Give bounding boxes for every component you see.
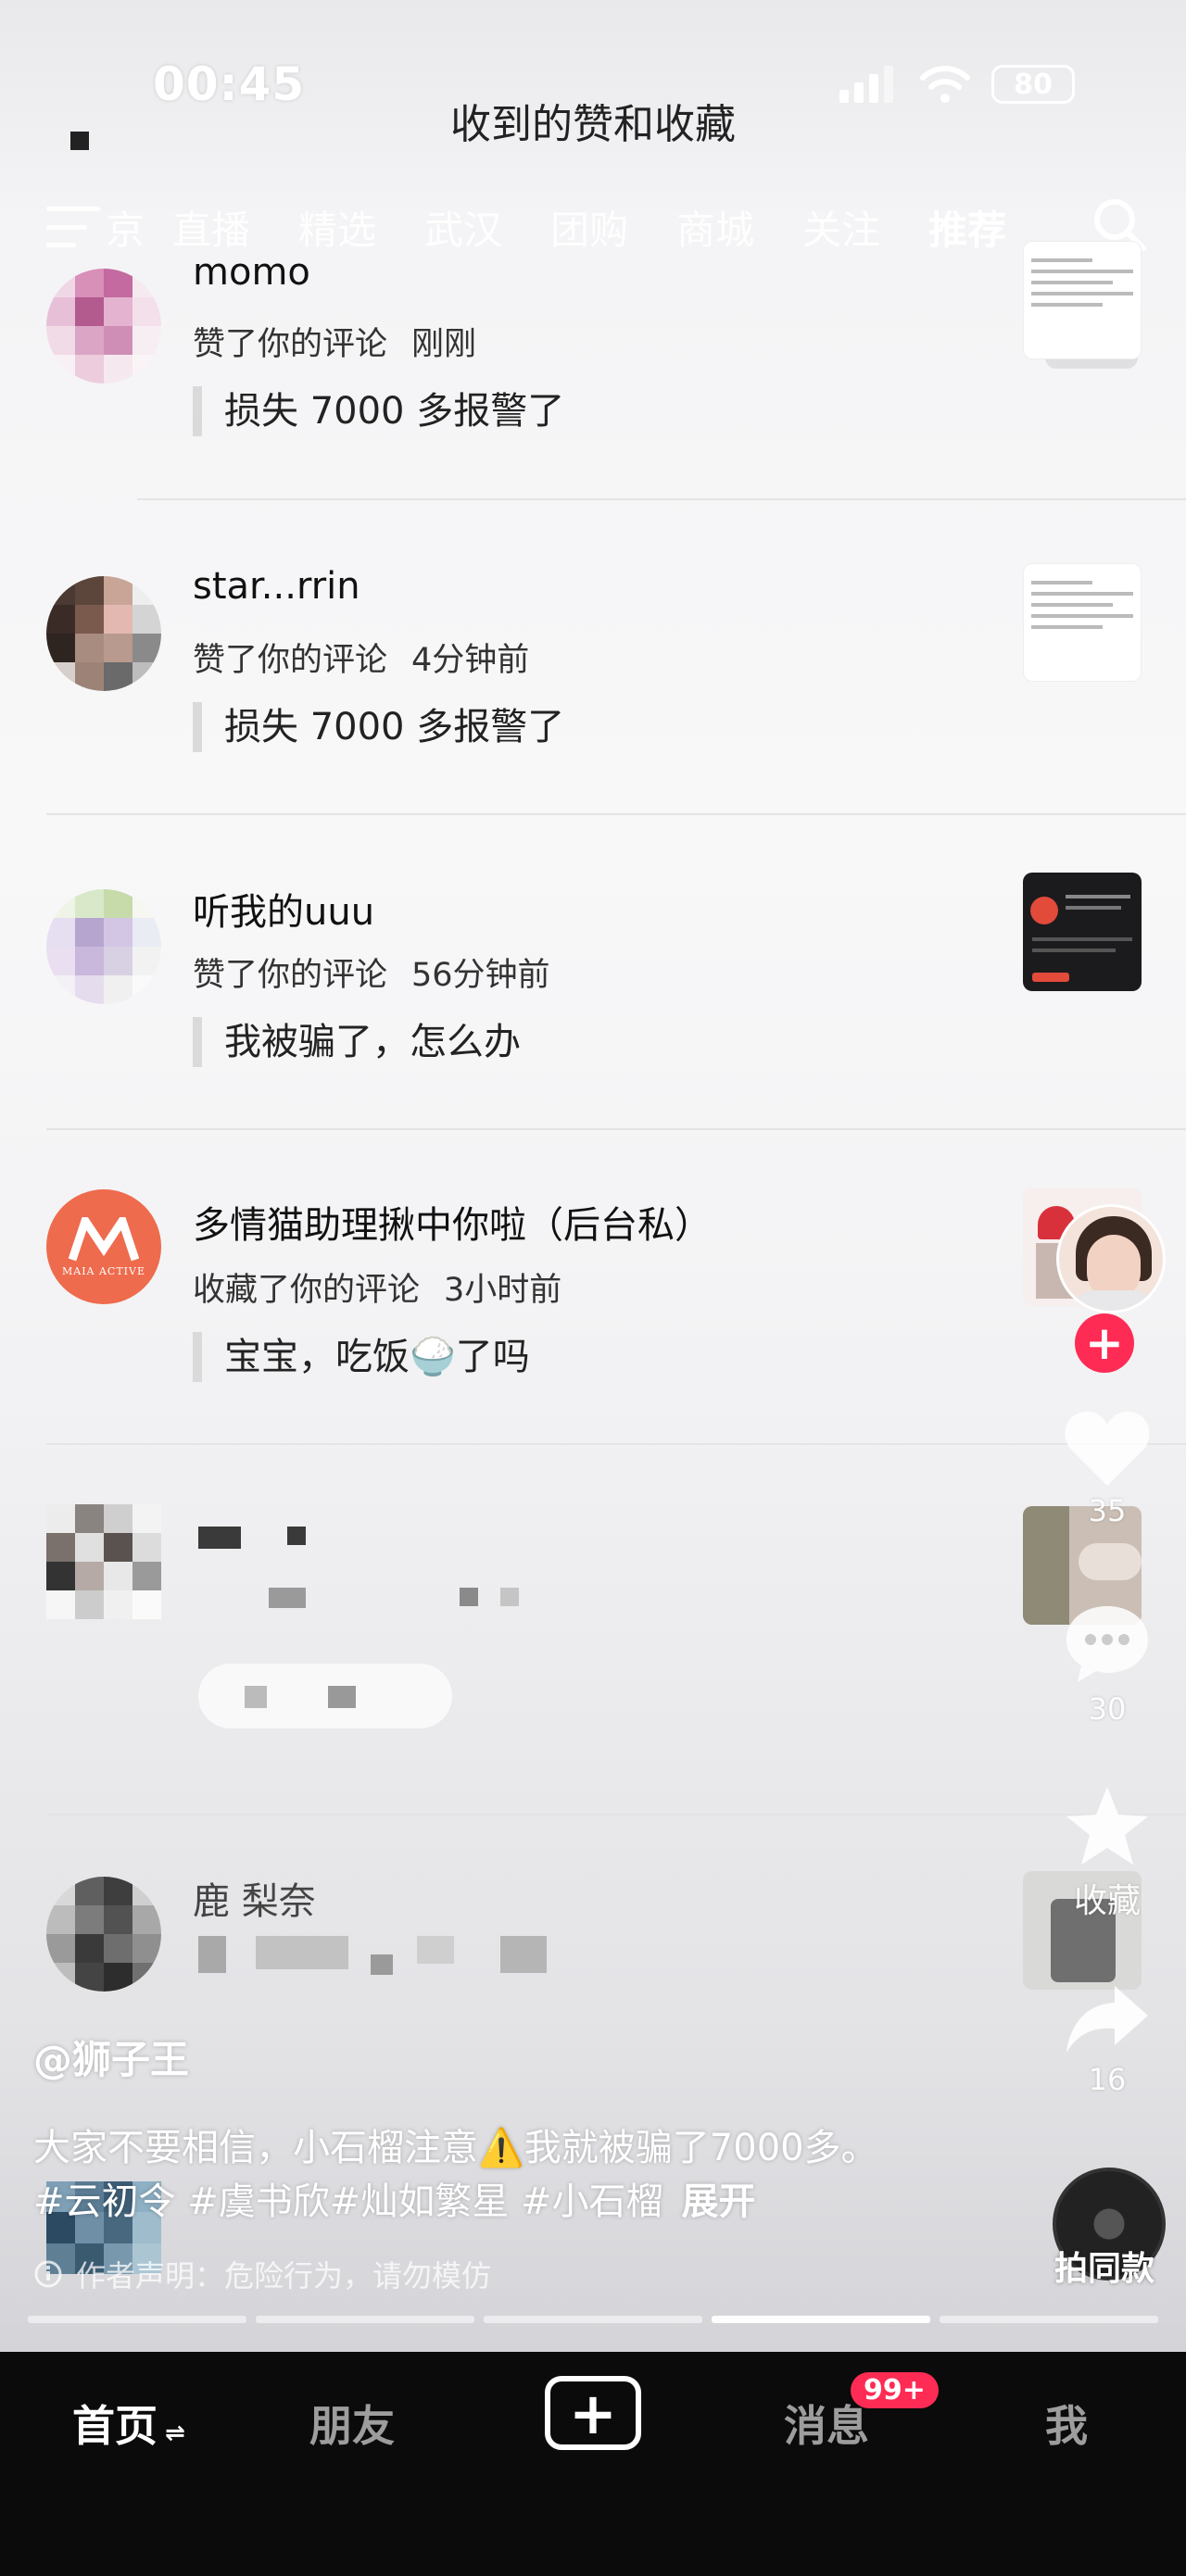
user-name[interactable]: 鹿 梨奈 bbox=[193, 1871, 316, 1925]
follow-button[interactable]: + bbox=[1075, 1313, 1134, 1373]
progress-segment bbox=[256, 2316, 474, 2323]
user-name[interactable]: momo bbox=[193, 251, 310, 294]
censored-text-block bbox=[269, 1588, 306, 1608]
list-item[interactable]: 鹿 梨奈 bbox=[0, 1843, 1186, 2158]
favorite-label: 收藏 bbox=[1073, 1882, 1141, 1920]
star-icon bbox=[1066, 1787, 1148, 1865]
share-arrow-icon bbox=[1066, 1986, 1148, 2053]
timestamp: 刚刚 bbox=[411, 326, 477, 363]
bottom-nav: 首页 ⇌ 朋友 + 消息 99+ 我 bbox=[0, 2352, 1186, 2576]
create-button[interactable]: + bbox=[545, 2376, 641, 2450]
nav-friends[interactable]: 朋友 bbox=[309, 2393, 395, 2454]
comment-count: 30 bbox=[1088, 1691, 1127, 1727]
user-name[interactable]: 听我的uuu bbox=[193, 882, 374, 936]
author-disclaimer: 作者声明：危险行为，请勿模仿 bbox=[33, 2253, 491, 2295]
page-title: 收到的赞和收藏 bbox=[450, 101, 736, 148]
avatar[interactable]: MAIA ACTIVE bbox=[46, 1189, 161, 1304]
brand-logo-text: MAIA ACTIVE bbox=[61, 1264, 145, 1277]
progress-segment bbox=[28, 2316, 246, 2323]
comment-icon bbox=[1066, 1606, 1148, 1682]
creator-avatar[interactable] bbox=[1056, 1204, 1166, 1313]
expand-link[interactable]: 展开 bbox=[682, 2180, 756, 2223]
progress-segment bbox=[940, 2316, 1158, 2323]
message-badge: 99+ bbox=[851, 2372, 939, 2408]
post-thumbnail[interactable] bbox=[1023, 873, 1142, 991]
censored-text-block bbox=[198, 1936, 226, 1973]
timestamp: 4分钟前 bbox=[411, 642, 530, 679]
thumb-logo bbox=[1030, 897, 1058, 924]
action-line: 收藏了你的评论 3小时前 bbox=[193, 1263, 561, 1311]
censored-text-block bbox=[460, 1588, 478, 1606]
list-item[interactable]: star...rrin 赞了你的评论 4分钟前 损失 7000 多报警了 bbox=[0, 524, 1186, 839]
comment-quote[interactable]: 损失 7000 多报警了 bbox=[193, 386, 564, 436]
user-name[interactable]: 多情猫助理揪中你啦（后台私） bbox=[193, 1195, 712, 1249]
censored-text-block bbox=[256, 1936, 348, 1969]
action-text: 赞了你的评论 bbox=[193, 326, 388, 363]
action-text: 赞了你的评论 bbox=[193, 642, 388, 679]
avatar[interactable] bbox=[46, 576, 161, 691]
avatar[interactable] bbox=[46, 1877, 161, 1992]
nav-me[interactable]: 我 bbox=[1045, 2393, 1088, 2454]
divider bbox=[46, 1443, 1186, 1445]
progress-segment bbox=[484, 2316, 702, 2323]
divider bbox=[46, 1128, 1186, 1130]
comment-quote[interactable]: 我被骗了，怎么办 bbox=[193, 1017, 521, 1067]
image-progress bbox=[28, 2316, 1158, 2323]
action-text: 收藏了你的评论 bbox=[193, 1272, 421, 1309]
censored-text-block bbox=[417, 1936, 454, 1964]
avatar[interactable] bbox=[46, 269, 161, 383]
comment-quote[interactable]: 损失 7000 多报警了 bbox=[193, 702, 564, 752]
censored-name-block bbox=[198, 1527, 241, 1549]
brand-logo-icon bbox=[69, 1216, 139, 1261]
censored-name-block bbox=[287, 1527, 306, 1545]
user-name[interactable]: star...rrin bbox=[193, 565, 360, 608]
timestamp: 3小时前 bbox=[444, 1272, 562, 1309]
favorite-button[interactable]: 收藏 bbox=[1056, 1783, 1158, 1922]
comment-button[interactable]: 30 bbox=[1056, 1602, 1158, 1727]
comment-quote[interactable]: 宝宝，吃饭🍚了吗 bbox=[193, 1332, 530, 1382]
nav-home-label: 首页 bbox=[72, 2401, 158, 2451]
action-line: 赞了你的评论 刚刚 bbox=[193, 318, 476, 365]
post-thumbnail[interactable] bbox=[1023, 241, 1142, 359]
censored-text-block bbox=[500, 1588, 519, 1606]
avatar[interactable] bbox=[46, 889, 161, 1004]
refresh-icon: ⇌ bbox=[165, 2419, 185, 2447]
list-item[interactable]: momo 赞了你的评论 刚刚 损失 7000 多报警了 bbox=[0, 208, 1186, 523]
share-button[interactable]: 16 bbox=[1056, 1982, 1158, 2097]
shoot-same-label[interactable]: 拍同款 bbox=[1054, 2242, 1154, 2290]
censored-text-block bbox=[500, 1936, 547, 1973]
list-item[interactable] bbox=[0, 1469, 1186, 1816]
censored-quote-pill bbox=[198, 1664, 452, 1728]
author-handle[interactable]: @狮子王 bbox=[33, 2029, 189, 2085]
like-count: 35 bbox=[1088, 1493, 1127, 1528]
timestamp: 56分钟前 bbox=[411, 957, 550, 994]
progress-segment bbox=[712, 2316, 930, 2323]
censored-text-block bbox=[371, 1954, 393, 1975]
list-item[interactable]: 听我的uuu 赞了你的评论 56分钟前 我被骗了，怎么办 bbox=[0, 839, 1186, 1154]
like-button[interactable]: 35 bbox=[1056, 1408, 1158, 1528]
action-line: 赞了你的评论 56分钟前 bbox=[193, 949, 550, 996]
share-count: 16 bbox=[1088, 2062, 1127, 2097]
divider bbox=[46, 813, 1186, 815]
divider bbox=[137, 498, 1186, 500]
post-thumbnail[interactable] bbox=[1023, 563, 1142, 682]
avatar[interactable] bbox=[46, 1504, 161, 1619]
disclaimer-text: 作者声明：危险行为，请勿模仿 bbox=[76, 2258, 492, 2293]
nav-home[interactable]: 首页 ⇌ bbox=[72, 2393, 185, 2454]
video-caption: 大家不要相信，小石榴注意⚠️我就被骗了7000多。#云初令 #虞书欣#灿如繁星 … bbox=[33, 2121, 904, 2229]
action-line: 赞了你的评论 4分钟前 bbox=[193, 634, 529, 681]
divider bbox=[46, 1814, 1186, 1816]
list-item[interactable]: MAIA ACTIVE 多情猫助理揪中你啦（后台私） 收藏了你的评论 3小时前 宝… bbox=[0, 1154, 1186, 1469]
heart-icon bbox=[1065, 1411, 1150, 1486]
info-icon bbox=[34, 2260, 62, 2288]
action-text: 赞了你的评论 bbox=[193, 957, 388, 994]
